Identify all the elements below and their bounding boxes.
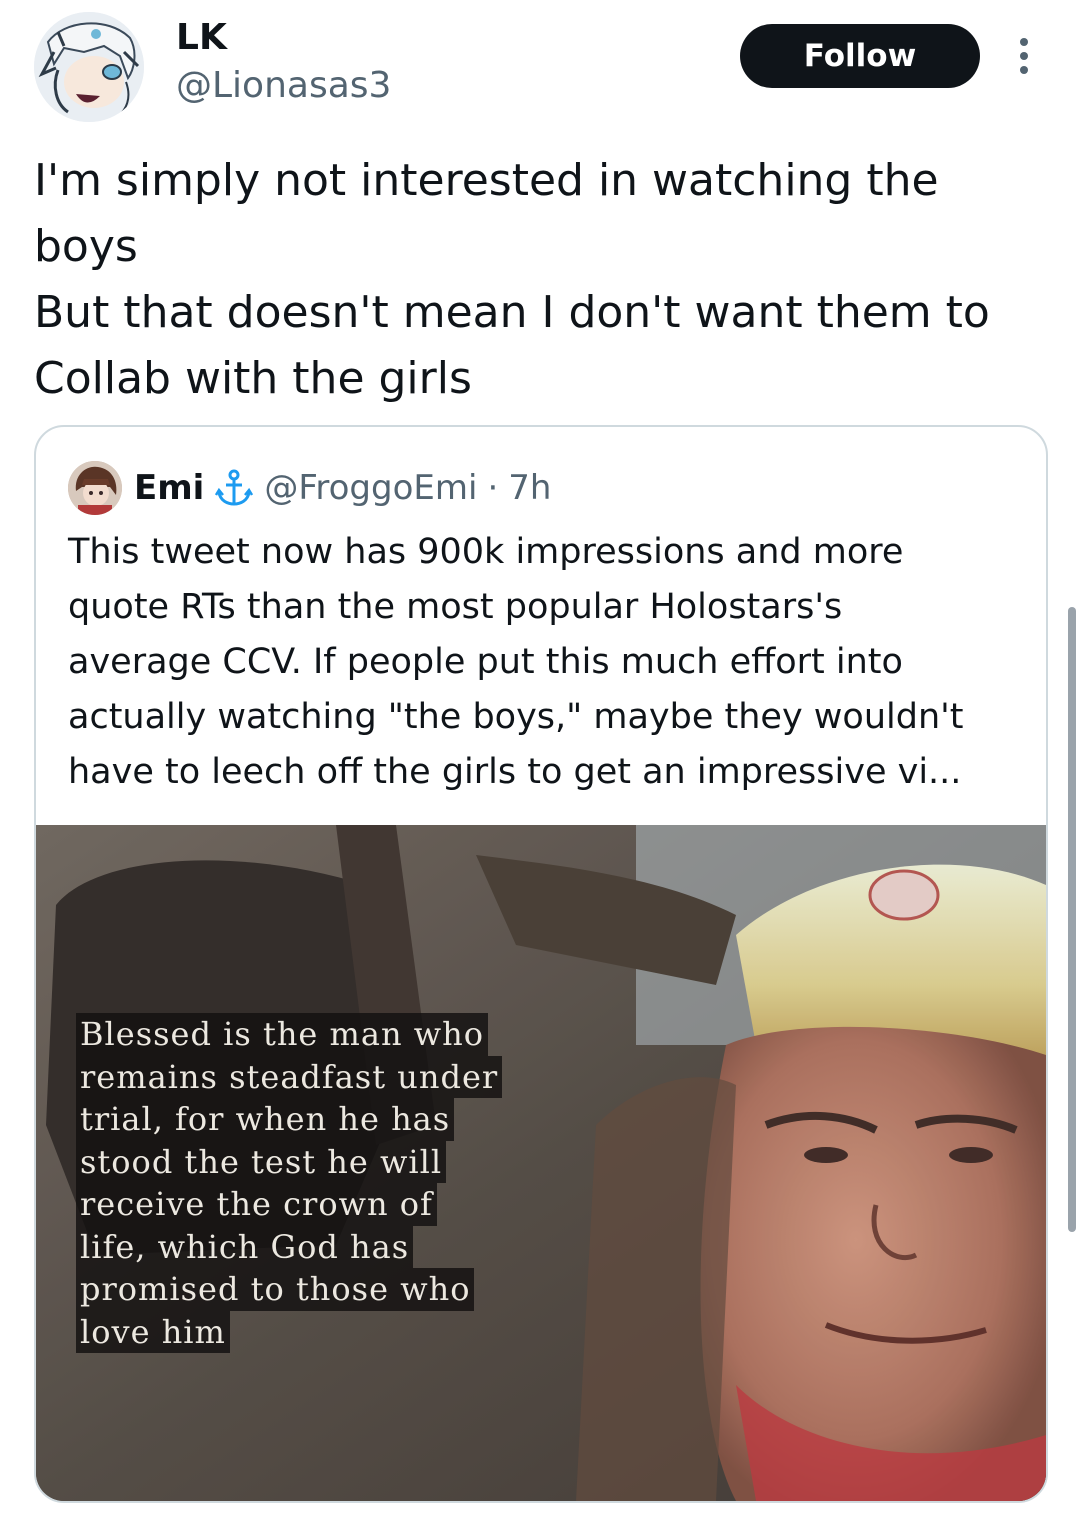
anime-character-avatar-icon [34, 12, 144, 122]
author-avatar[interactable] [34, 12, 144, 122]
quoted-author-handle[interactable]: @FroggoEmi [264, 468, 477, 508]
scrollbar-thumb[interactable] [1068, 607, 1076, 1232]
tweet-line: Collab with the girls [34, 353, 472, 404]
quoted-tweet-text: This tweet now has 900k impressions and … [68, 525, 1028, 800]
tweet-line: I'm simply not interested in watching th… [34, 155, 939, 206]
author-handle[interactable]: @Lionasas3 [176, 64, 391, 108]
follow-button[interactable]: Follow [740, 24, 980, 88]
tweet-line: boys [34, 221, 138, 272]
more-vertical-icon [1020, 38, 1028, 74]
quoted-line: have to leech off the girls to get an im… [68, 752, 962, 792]
caption-line: trial, for when he has [76, 1098, 455, 1141]
quoted-tweet-image[interactable]: Blessed is the man who remains steadfast… [36, 825, 1046, 1501]
quoted-author-name[interactable]: Emi [134, 468, 204, 508]
author-display-name[interactable]: LK [176, 16, 227, 60]
quoted-line: This tweet now has 900k impressions and … [68, 532, 904, 572]
quoted-tweet-header: Emi @FroggoEmi · 7h [134, 463, 551, 513]
caption-line: love him [76, 1310, 230, 1353]
quoted-tweet-card[interactable]: Emi @FroggoEmi · 7h This tweet now has 9… [34, 425, 1048, 1503]
anime-girl-avatar-icon [68, 461, 122, 515]
tweet-line: But that doesn't mean I don't want them … [34, 287, 990, 338]
image-caption: Blessed is the man who remains steadfast… [76, 1013, 503, 1353]
caption-line: stood the test he will [76, 1140, 447, 1183]
quoted-tweet-timestamp[interactable]: 7h [508, 468, 551, 508]
quoted-line: quote RTs than the most popular Holostar… [68, 587, 843, 627]
caption-line: receive the crown of [76, 1183, 437, 1226]
caption-line: Blessed is the man who [76, 1013, 488, 1056]
more-options-button[interactable] [1008, 34, 1040, 78]
quoted-line: average CCV. If people put this much eff… [68, 642, 903, 682]
caption-line: promised to those who [76, 1268, 475, 1311]
anchor-icon [215, 469, 254, 506]
tweet-text: I'm simply not interested in watching th… [34, 148, 1054, 412]
quoted-author-avatar[interactable] [68, 461, 122, 515]
caption-line: remains steadfast under [76, 1055, 503, 1098]
header-separator: · [487, 468, 499, 508]
quoted-line: actually watching "the boys," maybe they… [68, 697, 964, 737]
caption-line: life, which God has [76, 1225, 414, 1268]
